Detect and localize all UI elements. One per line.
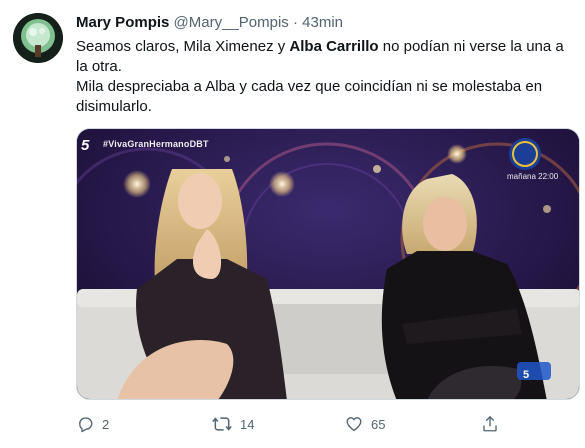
- tweet-paragraph-2: Mila despreciaba a Alba y cada vez que c…: [76, 78, 543, 115]
- tweet-text-part: Seamos claros, Mila Ximenez y: [76, 38, 290, 55]
- tv-scene-image: [77, 129, 579, 399]
- reply-icon: [79, 417, 93, 433]
- separator: ·: [292, 14, 298, 31]
- tweet-actions: 2 14 65: [76, 412, 516, 436]
- tweet-card[interactable]: Mary Pompis @Mary__Pompis · 43min Seamos…: [0, 0, 585, 448]
- share-icon: [483, 415, 497, 432]
- author-name[interactable]: Mary Pompis: [76, 14, 169, 31]
- retweet-button[interactable]: 14: [212, 412, 254, 436]
- like-icon: [346, 417, 362, 432]
- tweet-text: Seamos claros, Mila Ximenez y Alba Carri…: [76, 37, 576, 117]
- timestamp[interactable]: 43min: [302, 14, 343, 31]
- like-count: 65: [371, 416, 386, 432]
- retweet-count: 14: [240, 416, 255, 432]
- program-hashtag: #VivaGranHermanoDBT: [103, 139, 209, 149]
- tweet-image[interactable]: 5 #VivaGranHermanoDBT mañana 22:00 5: [76, 128, 580, 400]
- avatar[interactable]: [13, 13, 63, 63]
- tweet-paragraph-1: Seamos claros, Mila Ximenez y Alba Carri…: [76, 37, 576, 77]
- retweet-icon: [212, 417, 232, 431]
- channel-logo: 5: [81, 137, 90, 154]
- reply-count: 2: [102, 416, 110, 432]
- share-button[interactable]: [481, 412, 499, 436]
- show-time: mañana 22:00: [507, 172, 559, 181]
- reply-button[interactable]: 2: [76, 412, 109, 436]
- like-button[interactable]: 65: [345, 412, 385, 436]
- author-handle[interactable]: @Mary__Pompis: [174, 14, 289, 31]
- channel-watermark: 5: [523, 369, 530, 381]
- tweet-header: Mary Pompis @Mary__Pompis · 43min: [76, 13, 343, 33]
- tweet-text-bold: Alba Carrillo: [289, 38, 379, 55]
- avatar-image: [13, 13, 63, 63]
